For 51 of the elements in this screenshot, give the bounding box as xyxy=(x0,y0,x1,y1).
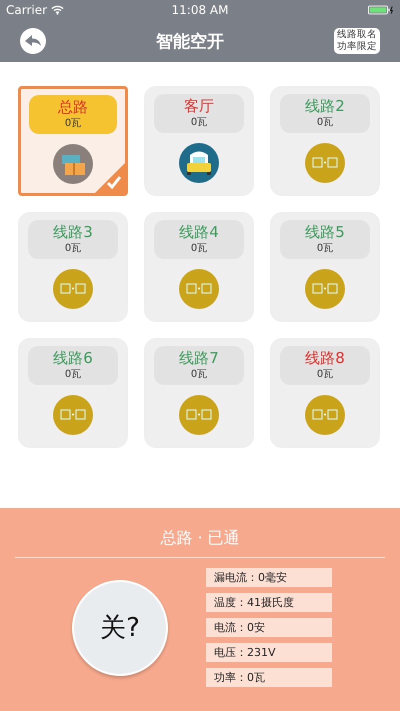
circuit-tile[interactable]: 线路8 0瓦 xyxy=(270,338,380,448)
switch-icon xyxy=(53,269,93,309)
switch-icon xyxy=(53,395,93,435)
circuit-tile[interactable]: 线路5 0瓦 xyxy=(270,212,380,322)
power-reading: 0瓦 xyxy=(316,116,334,129)
sofa-icon xyxy=(179,143,219,183)
circuit-tile[interactable]: 线路3 0瓦 xyxy=(18,212,128,322)
power-reading: 0瓦 xyxy=(64,368,82,381)
carrier-text: Carrier xyxy=(6,3,48,17)
switch-icon xyxy=(179,269,219,309)
power-reading: 0瓦 xyxy=(316,242,334,255)
power-reading: 0瓦 xyxy=(190,242,208,255)
circuit-name: 线路8 xyxy=(305,349,345,367)
switch-icon xyxy=(305,143,345,183)
switch-icon xyxy=(179,395,219,435)
clock-time: 11:08 AM xyxy=(172,3,228,17)
off-button[interactable]: 关? xyxy=(72,580,168,676)
switch-icon xyxy=(305,395,345,435)
circuit-tile[interactable]: 总路 0瓦 xyxy=(18,86,128,196)
back-icon[interactable] xyxy=(20,28,46,54)
reading-label: 漏电流：0毫安 xyxy=(206,568,332,587)
power-reading: 0瓦 xyxy=(190,368,208,381)
circuit-name: 线路4 xyxy=(179,223,219,241)
circuit-name: 线路2 xyxy=(305,97,345,115)
circuit-name: 线路5 xyxy=(305,223,345,241)
circuit-name: 线路3 xyxy=(53,223,93,241)
power-reading: 0瓦 xyxy=(64,117,82,130)
battery-icon xyxy=(368,5,394,15)
wifi-icon xyxy=(51,5,64,15)
circuit-tile[interactable]: 线路7 0瓦 xyxy=(144,338,254,448)
circuit-name: 客厅 xyxy=(184,97,214,115)
circuit-tile[interactable]: 线路4 0瓦 xyxy=(144,212,254,322)
reading-label: 温度：41摄氏度 xyxy=(206,593,332,612)
power-reading: 0瓦 xyxy=(64,242,82,255)
panel-title: 总路 · 已通 xyxy=(160,528,240,549)
page-title: 智能空开 xyxy=(156,30,224,52)
reading-label: 电压：231V xyxy=(206,643,332,662)
reading-label: 功率：0瓦 xyxy=(206,668,332,687)
reading-label: 电流：0安 xyxy=(206,618,332,637)
circuit-name: 线路7 xyxy=(179,349,219,367)
circuit-tile[interactable]: 线路2 0瓦 xyxy=(270,86,380,196)
check-icon xyxy=(95,163,125,193)
power-reading: 0瓦 xyxy=(190,116,208,129)
circuit-name: 总路 xyxy=(58,98,88,116)
circuit-name: 线路6 xyxy=(53,349,93,367)
switch-icon xyxy=(305,269,345,309)
rename-limit-button[interactable]: 线路取名 功率限定 xyxy=(334,28,380,54)
boxes-icon xyxy=(53,144,93,184)
circuit-tile[interactable]: 客厅 0瓦 xyxy=(144,86,254,196)
power-reading: 0瓦 xyxy=(316,368,334,381)
circuit-tile[interactable]: 线路6 0瓦 xyxy=(18,338,128,448)
